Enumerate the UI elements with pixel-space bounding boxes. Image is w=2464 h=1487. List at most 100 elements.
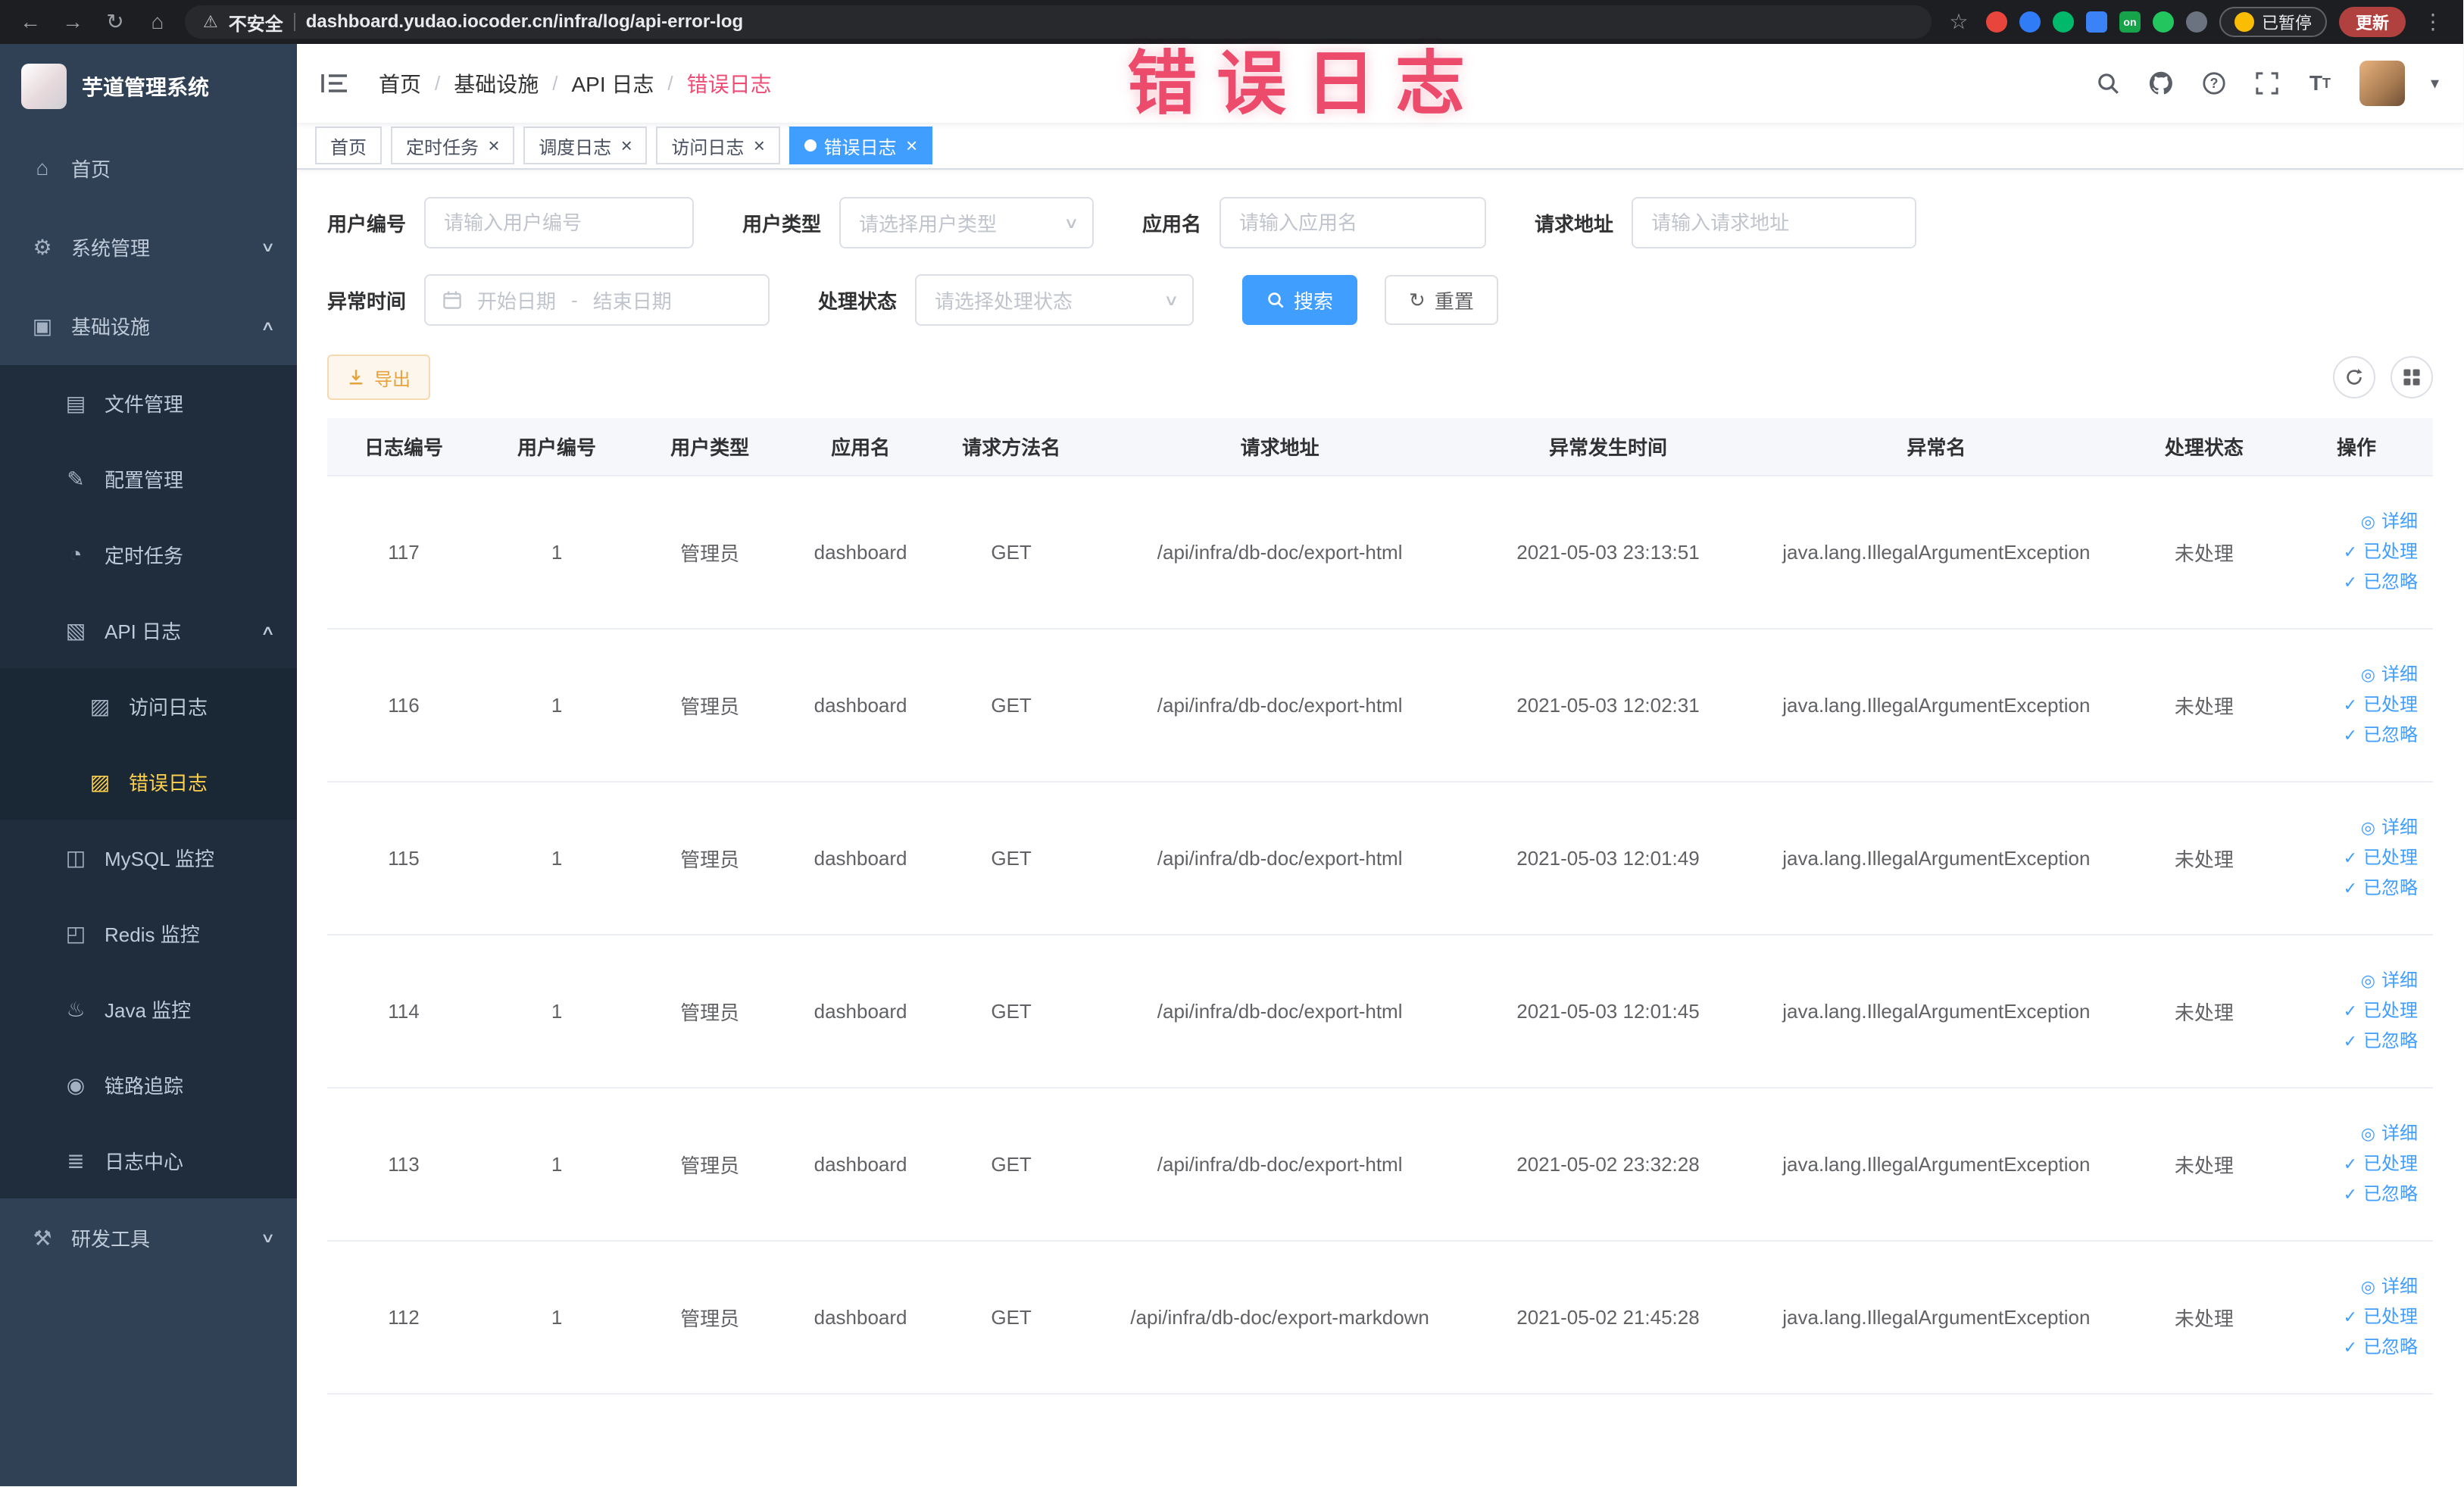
sidebar-item-home[interactable]: ⌂ 首页 xyxy=(0,129,297,208)
request-url-input[interactable] xyxy=(1632,197,1917,248)
sidebar-item-job[interactable]: ◔ 定时任务 xyxy=(0,517,297,592)
check-icon: ✓ xyxy=(2343,1032,2357,1051)
action-mark-processed[interactable]: ✓ 已处理 xyxy=(2286,843,2418,873)
action-label: 已处理 xyxy=(2363,1154,2418,1174)
refresh-table-button[interactable] xyxy=(2333,356,2375,398)
action-mark-processed[interactable]: ✓ 已处理 xyxy=(2286,690,2418,720)
cell-user-id: 1 xyxy=(480,935,634,1089)
action-detail[interactable]: ◎ 详细 xyxy=(2286,1119,2418,1149)
breadcrumb-item-home[interactable]: 首页 xyxy=(379,68,421,98)
action-label: 详细 xyxy=(2381,817,2418,838)
extension-icon-dark-pin[interactable] xyxy=(2185,11,2207,33)
back-icon[interactable]: ← xyxy=(15,11,45,33)
app-name-input[interactable] xyxy=(1220,197,1487,248)
search-button[interactable]: 搜索 xyxy=(1242,275,1358,325)
tab-error-log[interactable]: 错误日志 × xyxy=(789,127,932,164)
forward-icon[interactable]: → xyxy=(58,11,88,33)
action-mark-processed[interactable]: ✓ 已处理 xyxy=(2286,1302,2418,1332)
extension-icon-on-badge[interactable]: on xyxy=(2119,11,2141,33)
address-bar[interactable]: ⚠ 不安全 dashboard.yudao.iocoder.cn/infra/l… xyxy=(185,5,1932,39)
action-mark-ignored[interactable]: ✓ 已忽略 xyxy=(2286,1026,2418,1057)
tags-bar: 首页 定时任务 × 调度日志 × 访问日志 × 错误日志 × xyxy=(297,123,2463,170)
app-navbar: 首页 / 基础设施 / API 日志 / 错误日志 ? T T ▾ xyxy=(297,44,2463,123)
extension-icon-green-leaf[interactable] xyxy=(2152,11,2174,33)
sidebar-item-java[interactable]: ♨ Java 监控 xyxy=(0,971,297,1047)
column-settings-button[interactable] xyxy=(2391,356,2433,398)
tab-home[interactable]: 首页 xyxy=(315,127,382,164)
cell-time: 2021-05-03 12:02:31 xyxy=(1472,629,1744,783)
fullscreen-icon[interactable] xyxy=(2253,70,2281,97)
tab-access-log[interactable]: 访问日志 × xyxy=(656,127,780,164)
bookmark-star-icon[interactable]: ☆ xyxy=(1944,11,1974,33)
close-tab-icon[interactable]: × xyxy=(906,136,917,155)
action-mark-ignored[interactable]: ✓ 已忽略 xyxy=(2286,873,2418,904)
sidebar-item-system[interactable]: ⚙ 系统管理 ∨ xyxy=(0,208,297,286)
action-mark-ignored[interactable]: ✓ 已忽略 xyxy=(2286,567,2418,598)
chevron-down-icon[interactable]: ▾ xyxy=(2431,73,2439,93)
update-button[interactable]: 更新 xyxy=(2338,7,2406,37)
sidebar-item-devtools[interactable]: ⚒ 研发工具 ∨ xyxy=(0,1198,297,1277)
user-avatar[interactable] xyxy=(2359,61,2405,106)
column-header: 应用名 xyxy=(786,418,935,476)
check-icon: ✓ xyxy=(2343,1338,2357,1357)
action-mark-processed[interactable]: ✓ 已处理 xyxy=(2286,996,2418,1026)
cell-exception: java.lang.IllegalArgumentException xyxy=(1744,782,2128,936)
process-status-select[interactable]: 请选择处理状态 ∨ xyxy=(915,274,1195,326)
close-tab-icon[interactable]: × xyxy=(620,136,632,155)
browser-home-icon[interactable]: ⌂ xyxy=(142,11,173,33)
close-tab-icon[interactable]: × xyxy=(488,136,499,155)
sidebar-logo[interactable]: 芋道管理系统 xyxy=(0,44,297,129)
font-size-icon[interactable]: TT xyxy=(2306,70,2334,97)
export-button[interactable]: 导出 xyxy=(327,355,430,400)
sidebar-item-error-log[interactable]: ▨ 错误日志 xyxy=(0,744,297,820)
action-mark-ignored[interactable]: ✓ 已忽略 xyxy=(2286,1179,2418,1210)
sidebar-item-trace[interactable]: ◉ 链路追踪 xyxy=(0,1047,297,1123)
user-type-select[interactable]: 请选择用户类型 ∨ xyxy=(839,197,1095,248)
extension-icon-green-circle[interactable] xyxy=(2052,11,2074,33)
sidebar-item-api-log[interactable]: ▧ API 日志 ∧ xyxy=(0,592,297,668)
sidebar-item-file[interactable]: ▤ 文件管理 xyxy=(0,365,297,441)
action-label: 详细 xyxy=(2381,511,2418,532)
action-label: 详细 xyxy=(2381,1276,2418,1297)
cell-actions: ◎ 详细 ✓ 已处理 ✓ 已忽略 xyxy=(2279,1241,2433,1395)
browser-menu-icon[interactable]: ⋮ xyxy=(2418,11,2448,33)
tab-job-log[interactable]: 调度日志 × xyxy=(523,127,648,164)
action-detail[interactable]: ◎ 详细 xyxy=(2286,660,2418,690)
user-id-input[interactable] xyxy=(424,197,695,248)
search-icon[interactable] xyxy=(2094,70,2122,97)
sidebar-item-label: 访问日志 xyxy=(129,695,208,719)
reload-icon[interactable]: ↻ xyxy=(100,11,130,33)
breadcrumb-item-infra[interactable]: 基础设施 xyxy=(454,68,539,98)
sidebar-item-infra[interactable]: ▣ 基础设施 ∧ xyxy=(0,286,297,365)
action-mark-processed[interactable]: ✓ 已处理 xyxy=(2286,537,2418,567)
chevron-up-icon: ∧ xyxy=(260,317,276,333)
action-detail[interactable]: ◎ 详细 xyxy=(2286,507,2418,537)
reset-button[interactable]: ↻ 重置 xyxy=(1385,275,1498,325)
action-mark-ignored[interactable]: ✓ 已忽略 xyxy=(2286,720,2418,751)
action-detail[interactable]: ◎ 详细 xyxy=(2286,1272,2418,1302)
extension-icon-red-circle[interactable] xyxy=(1985,11,2007,33)
extension-icon-blue-drop[interactable] xyxy=(2019,11,2041,33)
action-detail[interactable]: ◎ 详细 xyxy=(2286,966,2418,996)
paused-badge[interactable]: 已暂停 xyxy=(2219,7,2327,37)
exception-time-range[interactable]: 开始日期 - 结束日期 xyxy=(424,274,770,326)
close-tab-icon[interactable]: × xyxy=(753,136,764,155)
hamburger-icon[interactable] xyxy=(321,71,351,95)
tab-job[interactable]: 定时任务 × xyxy=(391,127,515,164)
sidebar-item-log-center[interactable]: ≣ 日志中心 xyxy=(0,1123,297,1198)
sidebar-item-access-log[interactable]: ▨ 访问日志 xyxy=(0,668,297,744)
extension-icon-blue-grid[interactable] xyxy=(2085,11,2107,33)
action-mark-processed[interactable]: ✓ 已处理 xyxy=(2286,1149,2418,1179)
github-icon[interactable] xyxy=(2147,70,2175,97)
filter-app-name: 应用名 xyxy=(1142,197,1487,248)
action-detail[interactable]: ◎ 详细 xyxy=(2286,813,2418,843)
breadcrumb-item-api-log[interactable]: API 日志 xyxy=(572,68,654,98)
help-icon[interactable]: ? xyxy=(2200,70,2228,97)
sidebar-item-redis[interactable]: ◰ Redis 监控 xyxy=(0,895,297,971)
action-mark-ignored[interactable]: ✓ 已忽略 xyxy=(2286,1332,2418,1363)
filter-request-url: 请求地址 xyxy=(1535,197,1917,248)
cell-method: GET xyxy=(935,1241,1088,1395)
access-log-icon: ▨ xyxy=(89,694,111,718)
sidebar-item-config[interactable]: ✎ 配置管理 xyxy=(0,441,297,517)
sidebar-item-mysql[interactable]: ◫ MySQL 监控 xyxy=(0,820,297,895)
